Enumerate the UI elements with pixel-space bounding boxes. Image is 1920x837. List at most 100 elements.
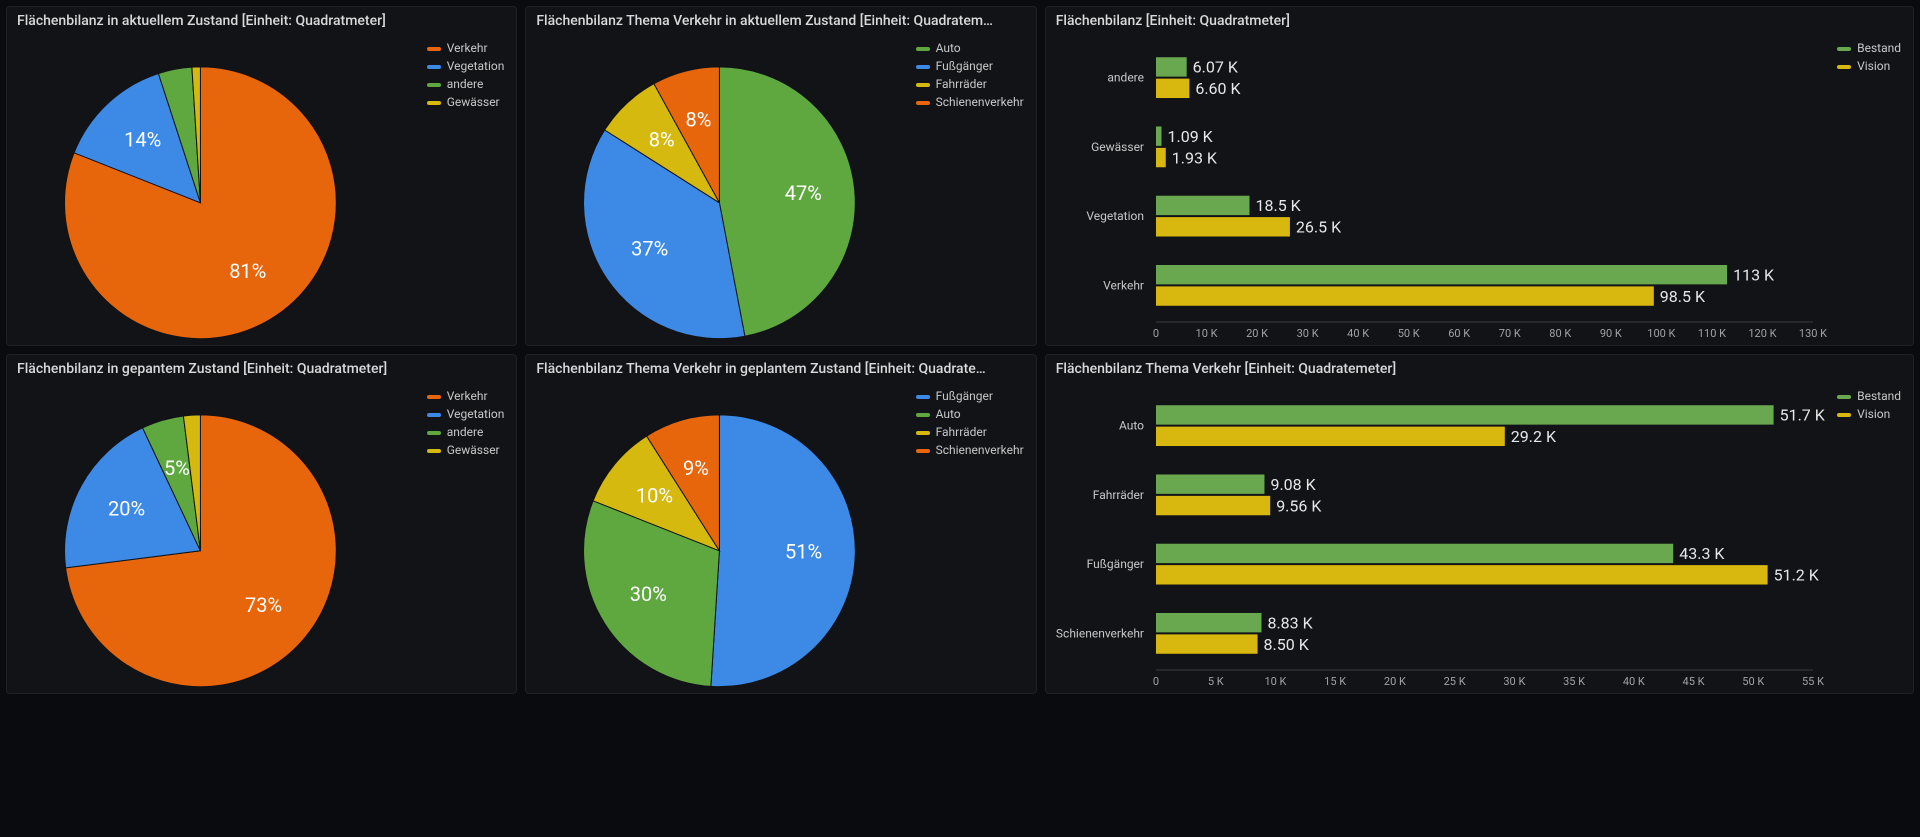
category-label: Fußgänger [1086,557,1143,571]
legend-swatch [1837,47,1851,51]
legend-swatch [427,101,441,105]
legend-label: andere [447,425,484,440]
bar-value-label: 29.2 K [1510,427,1556,446]
panel-title: Flächenbilanz in gepantem Zustand [Einhe… [7,355,516,377]
category-label: andere [1107,71,1144,85]
legend-item[interactable]: Verkehr [427,41,505,56]
pie-slice-label: 10% [636,483,673,507]
legend-item[interactable]: Verkehr [427,389,505,404]
legend-item[interactable]: Fahrräder [916,425,1024,440]
panel-title: Flächenbilanz in aktuellem Zustand [Einh… [7,7,516,29]
panel-pie-planned-traffic: Flächenbilanz Thema Verkehr in geplantem… [525,354,1036,694]
legend-label: Schienenverkehr [936,95,1024,110]
legend-swatch [916,449,930,453]
x-tick-label: 20 K [1384,675,1406,688]
panel-bar-area: Flächenbilanz [Einheit: Quadratmeter] 01… [1045,6,1914,346]
bar-legend: Bestand Vision [1837,41,1901,77]
category-label: Auto [1119,419,1144,433]
legend-swatch [916,83,930,87]
legend-swatch [427,65,441,69]
pie-slice-label: 37% [632,236,669,260]
bar[interactable] [1156,286,1654,305]
bar[interactable] [1156,405,1774,424]
bar[interactable] [1156,126,1162,145]
legend-item[interactable]: Schienenverkehr [916,443,1024,458]
panel-title: Flächenbilanz Thema Verkehr in aktuellem… [526,7,1035,29]
bar-chart: 010 K20 K30 K40 K50 K60 K70 K80 K90 K100… [1046,29,1913,345]
legend-swatch [916,395,930,399]
bar[interactable] [1156,148,1166,167]
pie-slice-label: 81% [229,259,266,283]
panel-body: 010 K20 K30 K40 K50 K60 K70 K80 K90 K100… [1046,29,1913,345]
legend-label: Vegetation [447,407,505,422]
bar-value-label: 51.7 K [1779,406,1825,425]
bar[interactable] [1156,544,1673,563]
bar-value-label: 9.56 K [1276,496,1322,515]
legend-item[interactable]: Auto [916,407,1024,422]
legend-item[interactable]: Schienenverkehr [916,95,1024,110]
legend-item[interactable]: Auto [916,41,1024,56]
bar-value-label: 9.08 K [1270,475,1316,494]
legend-item[interactable]: Bestand [1837,41,1901,56]
category-label: Gewässer [1091,140,1144,154]
bar[interactable] [1156,474,1264,493]
x-tick-label: 50 K [1742,675,1764,688]
bar-chart: 05 K10 K15 K20 K25 K30 K35 K40 K45 K50 K… [1046,377,1913,693]
legend-swatch [427,47,441,51]
bar-value-label: 51.2 K [1773,566,1819,585]
legend-item[interactable]: Vision [1837,59,1901,74]
bar[interactable] [1156,79,1189,98]
bar[interactable] [1156,265,1727,284]
panel-body: 73% 20% 5% Verkehr Vegetation andere Gewässer [7,377,516,693]
legend-item[interactable]: Fußgänger [916,59,1024,74]
legend-item[interactable]: Gewässer [427,95,505,110]
legend-swatch [427,83,441,87]
legend-item[interactable]: Bestand [1837,389,1901,404]
x-tick-label: 50 K [1397,327,1419,340]
legend-item[interactable]: Vision [1837,407,1901,422]
x-tick-label: 10 K [1264,675,1286,688]
bar[interactable] [1156,613,1261,632]
legend-item[interactable]: Gewässer [427,443,505,458]
pie-legend: Verkehr Vegetation andere Gewässer [427,389,505,461]
bar[interactable] [1156,196,1249,215]
pie-slice-label: 73% [245,593,282,617]
x-tick-label: 0 [1153,327,1159,340]
legend-swatch [427,413,441,417]
legend-item[interactable]: Vegetation [427,407,505,422]
bar-value-label: 113 K [1733,265,1775,284]
x-tick-label: 60 K [1448,327,1470,340]
legend-item[interactable]: Vegetation [427,59,505,74]
legend-label: Auto [936,41,961,56]
category-label: Verkehr [1103,278,1144,292]
bar-value-label: 18.5 K [1255,196,1301,215]
dashboard: Flächenbilanz in aktuellem Zustand [Einh… [0,0,1920,700]
bar[interactable] [1156,634,1258,653]
x-tick-label: 5 K [1208,675,1224,688]
legend-swatch [1837,395,1851,399]
category-label: Vegetation [1086,209,1144,223]
pie-slice-label: 20% [108,496,145,520]
bar-value-label: 26.5 K [1296,218,1342,237]
x-tick-label: 45 K [1682,675,1704,688]
legend-label: Bestand [1857,41,1901,56]
x-tick-label: 30 K [1503,675,1525,688]
legend-item[interactable]: Fahrräder [916,77,1024,92]
pie-slice[interactable] [711,415,855,687]
legend-item[interactable]: andere [427,425,505,440]
bar[interactable] [1156,217,1290,236]
x-tick-label: 55 K [1802,675,1824,688]
bar[interactable] [1156,57,1187,76]
bar-value-label: 1.09 K [1167,127,1213,146]
bar[interactable] [1156,496,1270,515]
pie-legend: Auto Fußgänger Fahrräder Schienenverkehr [916,41,1024,113]
legend-item[interactable]: andere [427,77,505,92]
x-tick-label: 120 K [1748,327,1776,340]
pie-slice-label: 5% [164,456,190,480]
bar[interactable] [1156,427,1505,446]
legend-item[interactable]: Fußgänger [916,389,1024,404]
legend-label: Verkehr [447,41,488,56]
bar-value-label: 98.5 K [1659,287,1705,306]
bar[interactable] [1156,565,1768,584]
x-tick-label: 130 K [1799,327,1827,340]
